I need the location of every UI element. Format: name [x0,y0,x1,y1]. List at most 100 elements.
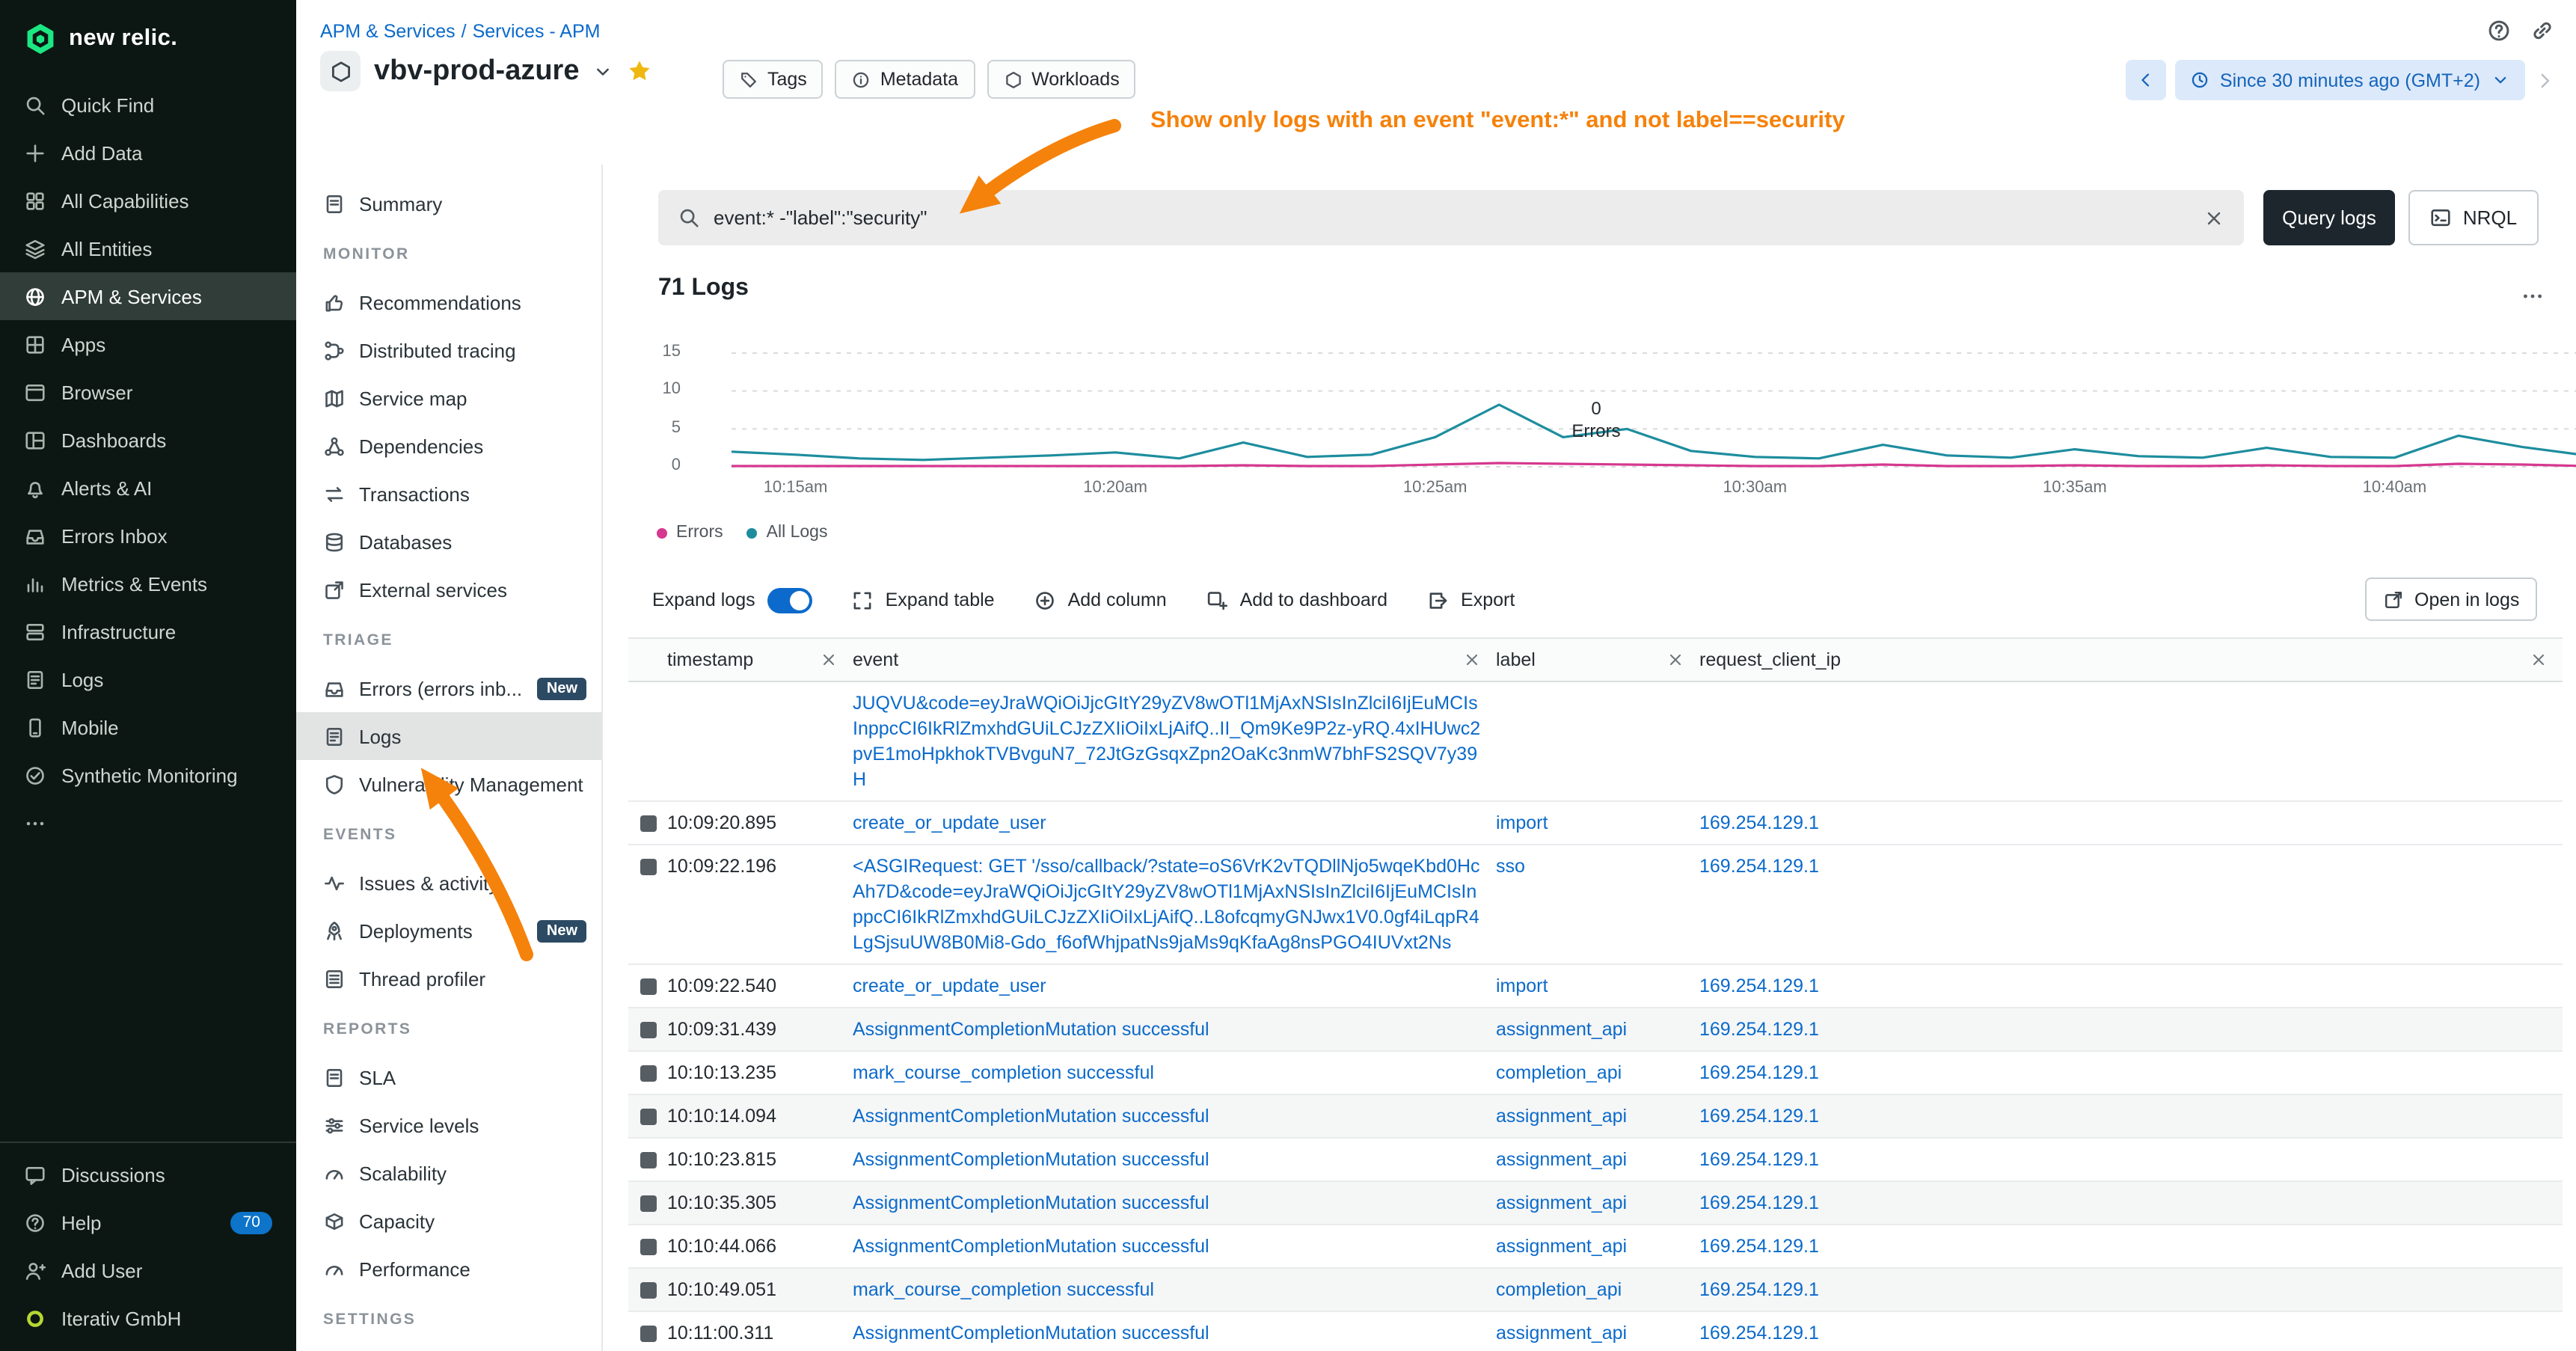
sidebar-item-discussions[interactable]: Discussions [0,1151,296,1198]
cell-event[interactable]: AssignmentCompletionMutation successful [853,1225,1496,1267]
log-row[interactable]: 10:11:00.311AssignmentCompletionMutation… [628,1312,2563,1351]
row-checkbox[interactable] [640,1326,656,1342]
log-row[interactable]: 10:09:31.439AssignmentCompletionMutation… [628,1008,2563,1052]
entity-switcher-chevron-icon[interactable] [593,61,614,82]
sidebar-item-infrastructure[interactable]: Infrastructure [0,607,296,655]
column-header-timestamp[interactable]: timestamp [667,639,853,681]
cell-label[interactable]: completion_api [1496,1269,1699,1311]
cell-event[interactable]: <ASGIRequest: GET '/sso/callback/?state=… [853,845,1496,964]
sidebar-item-dashboards[interactable]: Dashboards [0,416,296,464]
log-row[interactable]: 10:10:23.815AssignmentCompletionMutation… [628,1139,2563,1182]
sidebar-item-databases[interactable]: Databases [296,518,601,566]
sidebar-item-alerts-ai[interactable]: Alerts & AI [0,464,296,512]
row-checkbox[interactable] [640,1065,656,1082]
row-checkbox[interactable] [640,1152,656,1168]
sidebar-item-summary[interactable]: Summary [296,180,601,227]
query-logs-button[interactable]: Query logs [2263,190,2395,245]
cell-event[interactable]: AssignmentCompletionMutation successful [853,1139,1496,1180]
sidebar-item-dependencies[interactable]: Dependencies [296,422,601,470]
column-header-label[interactable]: label [1496,639,1699,681]
sidebar-item-apps[interactable]: Apps [0,320,296,368]
cell-label[interactable]: assignment_api [1496,1139,1699,1180]
log-row[interactable]: 10:10:13.235mark_course_completion succe… [628,1052,2563,1095]
log-query-bar[interactable]: event:* -"label":"security" [658,190,2244,245]
sidebar-item-add-data[interactable]: Add Data [0,129,296,177]
sidebar-item-help[interactable]: Help70 [0,1198,296,1246]
cell-request-client-ip[interactable]: 169.254.129.1 [1699,1269,2563,1311]
sidebar-item-issues-activity[interactable]: Issues & activity [296,859,601,907]
sidebar-item-performance[interactable]: Performance [296,1245,601,1293]
row-checkbox[interactable] [640,1022,656,1038]
cell-event[interactable]: create_or_update_user [853,965,1496,1007]
export-button[interactable]: Export [1426,589,1515,611]
sidebar-item-transactions[interactable]: Transactions [296,470,601,518]
log-row[interactable]: 10:10:49.051mark_course_completion succe… [628,1269,2563,1312]
log-row[interactable]: 10:10:35.305AssignmentCompletionMutation… [628,1182,2563,1225]
row-checkbox[interactable] [640,1109,656,1125]
cell-label[interactable]: import [1496,965,1699,1007]
cell-request-client-ip[interactable]: 169.254.129.1 [1699,1095,2563,1137]
row-checkbox[interactable] [640,815,656,832]
cell-event[interactable]: AssignmentCompletionMutation successful [853,1182,1496,1224]
sidebar-item-external-services[interactable]: External services [296,566,601,613]
metadata-button[interactable]: Metadata [835,60,975,99]
sidebar-item-errors-errors-inb[interactable]: Errors (errors inb...New [296,664,601,712]
remove-column-label-icon[interactable] [1666,651,1684,669]
expand-logs-toggle[interactable]: Expand logs [652,587,812,613]
cell-label[interactable]: import [1496,802,1699,844]
cell-request-client-ip[interactable]: 169.254.129.1 [1699,1052,2563,1094]
expand-table-button[interactable]: Expand table [851,589,995,611]
log-row[interactable]: 10:09:22.196<ASGIRequest: GET '/sso/call… [628,845,2563,965]
legend-item-all-logs[interactable]: All Logs [747,524,828,542]
log-row[interactable]: 10:10:44.066AssignmentCompletionMutation… [628,1225,2563,1269]
cell-event[interactable]: AssignmentCompletionMutation successful [853,1312,1496,1351]
sidebar-item-browser[interactable]: Browser [0,368,296,416]
sidebar-item-thread-profiler[interactable]: Thread profiler [296,955,601,1002]
new-relic-logo[interactable]: new relic. [0,0,296,75]
sidebar-item-scalability[interactable]: Scalability [296,1149,601,1197]
sidebar-item-apm-services[interactable]: APM & Services [0,272,296,320]
sidebar-item-logs[interactable]: Logs [0,655,296,703]
log-row[interactable]: 10:09:20.895create_or_update_userimport1… [628,802,2563,845]
time-back-button[interactable] [2126,60,2166,100]
tags-button[interactable]: Tags [723,60,824,99]
cell-label[interactable]: completion_api [1496,1052,1699,1094]
row-checkbox[interactable] [640,978,656,995]
sidebar-item-capacity[interactable]: Capacity [296,1197,601,1245]
sidebar-item-quick-find[interactable]: Quick Find [0,81,296,129]
sidebar-item-add-user[interactable]: Add User [0,1246,296,1294]
sidebar-item-logs[interactable]: Logs [296,712,601,760]
legend-item-errors[interactable]: Errors [657,524,723,542]
add-to-dashboard-button[interactable]: Add to dashboard [1206,589,1387,611]
log-row[interactable]: 10:10:14.094AssignmentCompletionMutation… [628,1095,2563,1139]
cell-label[interactable]: assignment_api [1496,1008,1699,1050]
cell-event[interactable]: mark_course_completion successful [853,1052,1496,1094]
remove-column-request-client-ip-icon[interactable] [2530,651,2548,669]
add-column-button[interactable]: Add column [1034,589,1167,611]
help-icon[interactable] [2486,18,2512,43]
sidebar-item-errors-inbox[interactable]: Errors Inbox [0,512,296,560]
sidebar-item-sla[interactable]: SLA [296,1053,601,1101]
remove-column-timestamp-icon[interactable] [820,651,838,669]
nrql-button[interactable]: NRQL [2408,190,2539,245]
cell-request-client-ip[interactable]: 169.254.129.1 [1699,1182,2563,1224]
cell-request-client-ip[interactable] [1699,682,2563,800]
cell-event[interactable]: AssignmentCompletionMutation successful [853,1008,1496,1050]
cell-event[interactable]: JUQVU&code=eyJraWQiOiJjcGItY29yZV8wOTl1M… [853,682,1496,800]
cell-request-client-ip[interactable]: 169.254.129.1 [1699,1008,2563,1050]
sidebar-item-distributed-tracing[interactable]: Distributed tracing [296,326,601,374]
copy-link-icon[interactable] [2530,18,2555,43]
more-options-icon[interactable] [2521,284,2545,308]
workloads-button[interactable]: Workloads [987,60,1136,99]
cell-request-client-ip[interactable]: 169.254.129.1 [1699,1312,2563,1351]
log-row[interactable]: 10:09:22.540create_or_update_userimport1… [628,965,2563,1008]
clear-query-icon[interactable] [2204,207,2224,228]
sidebar-item-service-map[interactable]: Service map [296,374,601,422]
sidebar-item-service-levels[interactable]: Service levels [296,1101,601,1149]
sidebar-item-all-capabilities[interactable]: All Capabilities [0,177,296,224]
remove-column-event-icon[interactable] [1463,651,1481,669]
toggle-on-icon[interactable] [767,587,812,613]
breadcrumb-services-apm[interactable]: Services - APM [473,21,601,42]
favorite-star-icon[interactable] [628,58,653,84]
cell-label[interactable]: assignment_api [1496,1225,1699,1267]
